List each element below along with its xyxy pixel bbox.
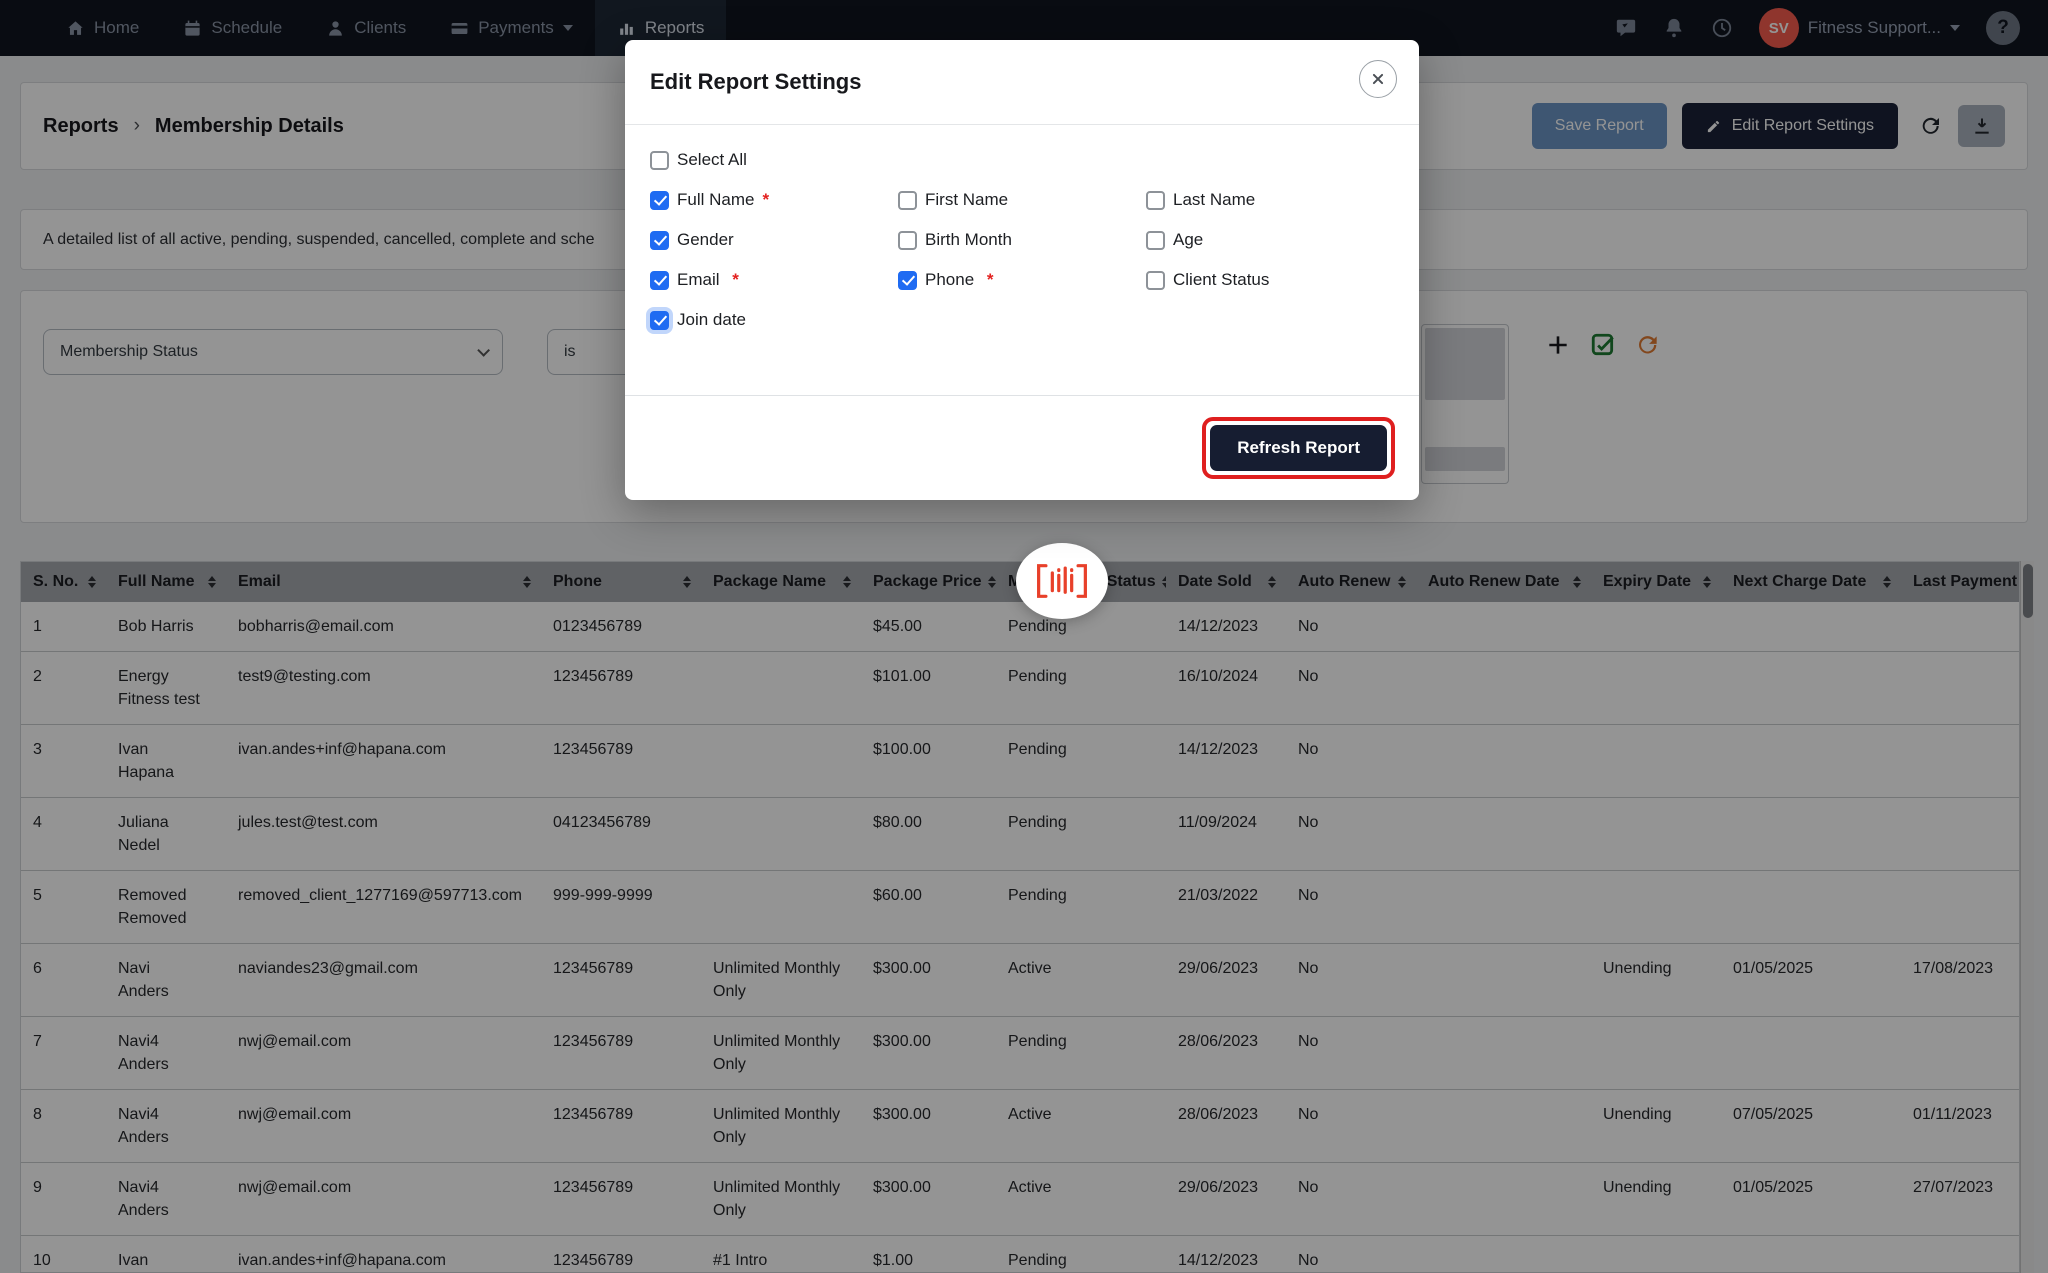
checkbox[interactable] xyxy=(1146,271,1165,290)
field-checkbox-full-name[interactable]: Full Name* xyxy=(650,190,898,210)
modal-header: Edit Report Settings xyxy=(625,40,1419,125)
close-icon[interactable] xyxy=(1359,60,1397,98)
field-checkbox-last-name[interactable]: Last Name xyxy=(1146,190,1394,210)
field-checkbox-first-name[interactable]: First Name xyxy=(898,190,1146,210)
required-asterisk: * xyxy=(762,190,769,210)
required-asterisk: * xyxy=(982,270,993,290)
loading-spinner xyxy=(1016,543,1108,619)
select-all-checkbox[interactable]: Select All xyxy=(650,150,914,170)
checkbox[interactable] xyxy=(898,191,917,210)
barcode-scan-icon xyxy=(1033,560,1091,602)
checkbox[interactable] xyxy=(898,231,917,250)
checkbox[interactable] xyxy=(650,191,669,210)
field-checkbox-phone[interactable]: Phone * xyxy=(898,270,1146,290)
refresh-report-button[interactable]: Refresh Report xyxy=(1210,425,1387,471)
field-checkbox-grid: Full Name*First NameLast Name GenderBirth… xyxy=(650,190,1394,330)
checkbox[interactable] xyxy=(650,271,669,290)
required-asterisk: * xyxy=(728,270,739,290)
edit-report-settings-modal: Edit Report Settings Select All Full Nam… xyxy=(625,40,1419,500)
field-checkbox-join-date[interactable]: Join date xyxy=(650,310,914,330)
modal-title: Edit Report Settings xyxy=(650,69,861,95)
checkbox[interactable] xyxy=(650,151,669,170)
checkbox[interactable] xyxy=(1146,231,1165,250)
checkbox[interactable] xyxy=(650,231,669,250)
action-highlight-ring: Refresh Report xyxy=(1202,417,1395,479)
field-checkbox-client-status[interactable]: Client Status xyxy=(1146,270,1394,290)
checkbox[interactable] xyxy=(1146,191,1165,210)
checkbox[interactable] xyxy=(650,311,669,330)
checkbox[interactable] xyxy=(898,271,917,290)
field-checkbox-age[interactable]: Age xyxy=(1146,230,1394,250)
field-checkbox-email[interactable]: Email * xyxy=(650,270,898,290)
field-checkbox-gender[interactable]: Gender xyxy=(650,230,898,250)
field-checkbox-birth-month[interactable]: Birth Month xyxy=(898,230,1146,250)
modal-footer: Refresh Report xyxy=(625,395,1419,500)
modal-body: Select All Full Name*First NameLast Name… xyxy=(625,125,1419,330)
